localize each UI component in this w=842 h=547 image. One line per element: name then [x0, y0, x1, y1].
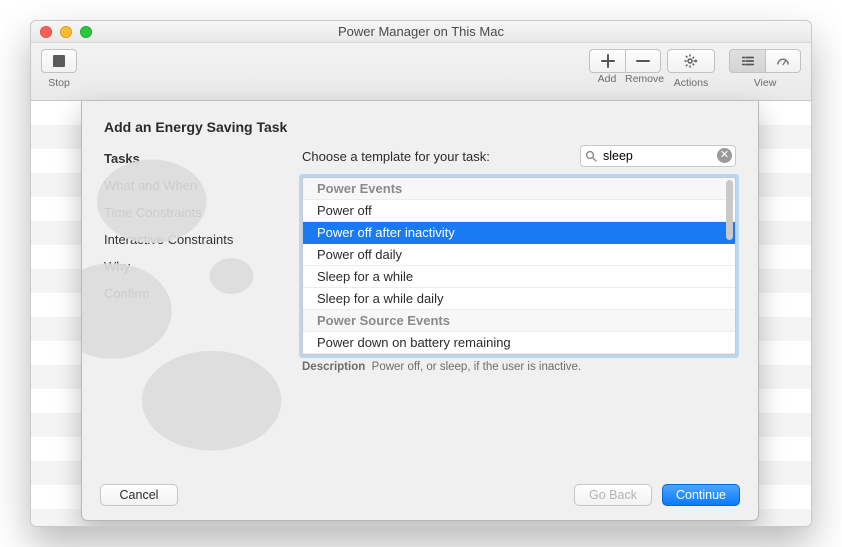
add-task-sheet: Add an Energy Saving Task Tasks What and… [81, 101, 759, 521]
list-header: Power Events [303, 178, 735, 200]
continue-button[interactable]: Continue [662, 484, 740, 506]
window-title: Power Manager on This Mac [31, 24, 811, 39]
list-item[interactable]: Power down on battery remaining [303, 332, 735, 354]
view-button-label: View [729, 77, 801, 89]
actions-button-label: Actions [674, 77, 708, 89]
template-description: Description Power off, or sleep, if the … [302, 361, 736, 373]
list-item[interactable]: Power off [303, 200, 735, 222]
list-item[interactable]: Sleep for a while [303, 266, 735, 288]
stop-group: Stop [41, 49, 77, 89]
description-text: Power off, or sleep, if the user is inac… [372, 361, 581, 373]
gear-icon [683, 53, 699, 69]
add-button-label: Add [589, 73, 625, 85]
actions-group: Actions [667, 49, 715, 89]
add-remove-group: Add Remove [589, 49, 661, 85]
list-icon [741, 54, 755, 68]
cancel-button[interactable]: Cancel [100, 484, 178, 506]
remove-button[interactable] [625, 49, 661, 73]
template-panel: Choose a template for your task: ✕ Power… [302, 145, 736, 445]
titlebar: Power Manager on This Mac [31, 21, 811, 43]
stop-icon [53, 55, 65, 67]
step-tasks[interactable]: Tasks [104, 145, 284, 172]
step-interactive-constraints[interactable]: Interactive Constraints [104, 226, 284, 253]
stop-button[interactable] [41, 49, 77, 73]
sheet-footer: Cancel Go Back Continue [82, 470, 758, 520]
wizard-steps: Tasks What and When Time Constraints Int… [104, 145, 284, 445]
actions-button[interactable] [667, 49, 715, 73]
choose-template-label: Choose a template for your task: [302, 149, 490, 164]
template-search: ✕ [580, 145, 736, 167]
view-list-button[interactable] [729, 49, 765, 73]
step-why[interactable]: Why [104, 253, 284, 280]
view-group: View [729, 49, 801, 89]
gauge-icon [776, 54, 790, 68]
template-listbox[interactable]: Power Events Power off Power off after i… [302, 177, 736, 355]
remove-button-label: Remove [625, 73, 661, 85]
step-what-and-when[interactable]: What and When [104, 172, 284, 199]
toolbar: Stop Add Remove [31, 43, 811, 101]
view-gauge-button[interactable] [765, 49, 801, 73]
close-window-button[interactable] [40, 26, 52, 38]
list-item[interactable]: Power off after inactivity [303, 222, 735, 244]
list-item[interactable]: Power off daily [303, 244, 735, 266]
listbox-scrollbar[interactable] [726, 180, 733, 240]
search-icon [585, 149, 597, 167]
minus-icon [636, 54, 650, 68]
traffic-lights [31, 26, 92, 38]
go-back-button[interactable]: Go Back [574, 484, 652, 506]
plus-icon [601, 54, 615, 68]
list-item[interactable]: Sleep for a while daily [303, 288, 735, 310]
zoom-window-button[interactable] [80, 26, 92, 38]
app-window: Power Manager on This Mac Stop Add Remov… [30, 20, 812, 527]
list-header: Power Source Events [303, 310, 735, 332]
clear-search-button[interactable]: ✕ [717, 148, 732, 163]
stop-button-label: Stop [48, 77, 70, 89]
step-time-constraints[interactable]: Time Constraints [104, 199, 284, 226]
minimize-window-button[interactable] [60, 26, 72, 38]
description-label: Description [302, 361, 365, 373]
search-input[interactable] [580, 145, 736, 167]
window-body: Add an Energy Saving Task Tasks What and… [31, 101, 811, 526]
step-confirm[interactable]: Confirm [104, 280, 284, 307]
sheet-title: Add an Energy Saving Task [82, 101, 758, 145]
add-button[interactable] [589, 49, 625, 73]
